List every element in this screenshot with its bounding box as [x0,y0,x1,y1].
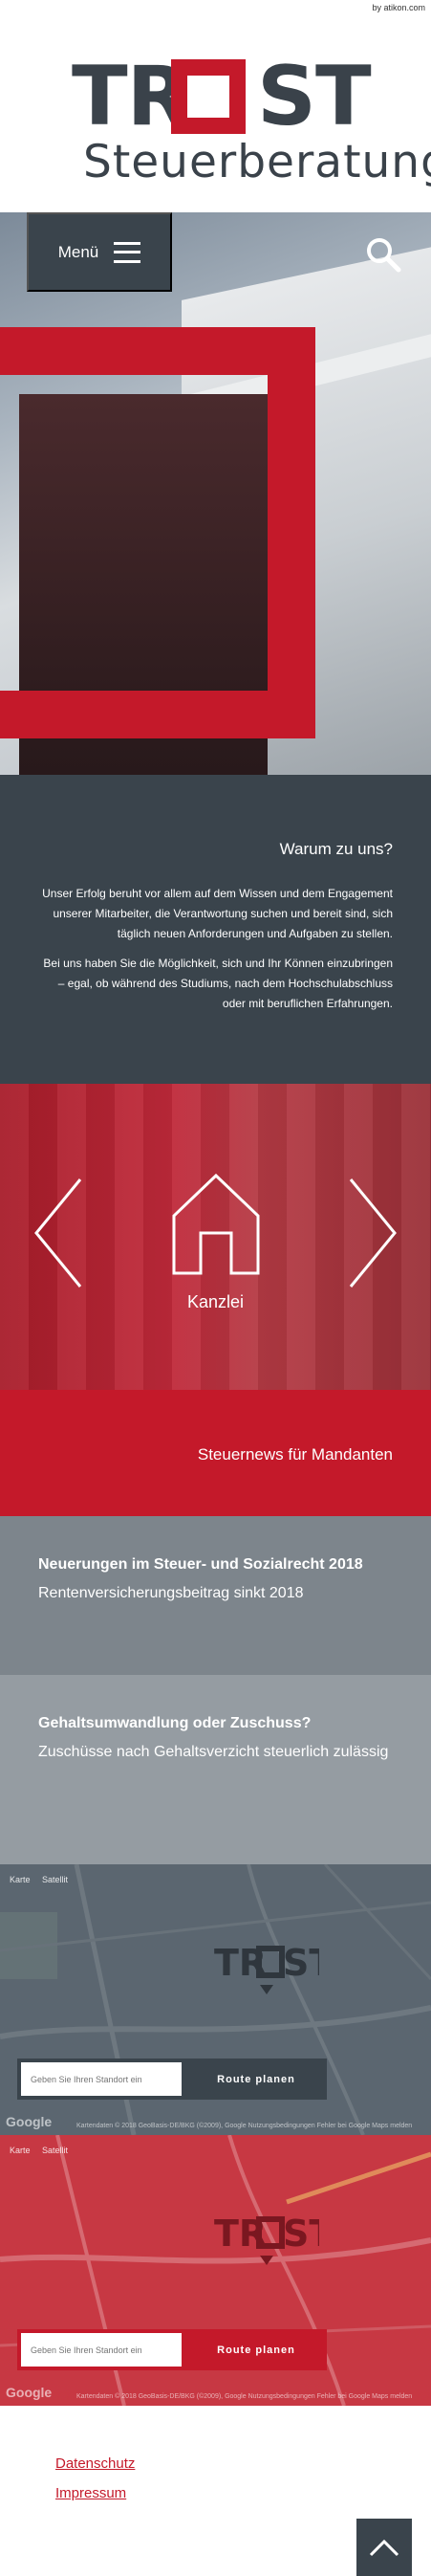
slider-next-icon[interactable] [343,1176,400,1290]
site-logo[interactable]: TR ST Steuerberatung [72,55,431,199]
map-tab-satellit[interactable]: Satellit [42,1875,68,1884]
kanzlei-label[interactable]: Kanzlei [0,1292,431,1312]
news-item-title: Neuerungen im Steuer- und Sozialrecht 20… [38,1556,363,1573]
search-icon [367,238,401,273]
map-copyright: Kartendaten © 2018 GeoBasis-DE/BKG (©200… [76,2393,413,2400]
news-item[interactable]: Gehaltsumwandlung oder Zuschuss? Zuschüs… [0,1675,431,1864]
map-panel-dark[interactable]: Karte Satellit TR ST Route planen Google… [0,1864,431,2135]
google-logo: Google [6,2385,53,2400]
house-icon[interactable] [170,1172,262,1277]
news-item[interactable]: Neuerungen im Steuer- und Sozialrecht 20… [0,1516,431,1675]
news-item-title: Gehaltsumwandlung oder Zuschuss? [38,1715,312,1731]
menu-label: Menü [57,242,99,261]
why-us-title: Warum zu uns? [279,840,393,858]
scroll-to-top-button[interactable] [356,2519,412,2576]
logo-box-mark [171,59,246,134]
map-type-switch[interactable]: Karte Satellit [10,1875,77,1884]
logo-text-right: ST [257,49,372,144]
map-panel-red[interactable]: Karte Satellit TR ST Route planen Google… [0,2135,431,2406]
chevron-up-icon [369,2539,399,2557]
imprint-link[interactable]: Impressum [55,2485,126,2501]
news-item-text: Zuschüsse nach Gehaltsverzicht steuerlic… [38,1744,389,1760]
route-planner: Route planen [17,2059,327,2100]
slider-prev-icon[interactable] [31,1176,88,1290]
map-copyright: Kartendaten © 2018 GeoBasis-DE/BKG (©200… [76,2123,413,2129]
route-button[interactable]: Route planen [185,2059,327,2100]
news-item-text: Rentenversicherungsbeitrag sinkt 2018 [38,1585,304,1601]
hamburger-icon [114,241,141,263]
why-us-paragraph-2: Bei uns haben Sie die Möglichkeit, sich … [43,957,393,1010]
svg-text:ST: ST [283,1942,319,1984]
menu-button[interactable]: Menü [27,212,172,292]
map-location-marker[interactable]: TR ST [214,2210,334,2281]
kanzlei-slider: Kanzlei [0,1084,431,1390]
why-us-section: Warum zu uns? Unser Erfolg beruht vor al… [0,775,431,1084]
why-us-paragraph-1: Unser Erfolg beruht vor allem auf dem Wi… [42,887,393,940]
privacy-link[interactable]: Datenschutz [55,2455,135,2472]
map-tab-satellit[interactable]: Satellit [42,2146,68,2155]
hero-red-frame [0,327,315,738]
map-type-switch[interactable]: Karte Satellit [10,2146,77,2155]
map-marker-logo-icon: TR ST [214,1942,334,1994]
logo-subtitle: Steuerberatung [83,136,431,188]
route-planner: Route planen [17,2329,327,2370]
credit-link[interactable]: by atikon.com [372,3,425,12]
news-banner[interactable]: Steuernews für Mandanten [0,1390,431,1516]
footer: Datenschutz Impressum [0,2406,431,2576]
google-logo: Google [6,2114,53,2129]
location-input[interactable] [21,2333,182,2367]
map-tab-karte[interactable]: Karte [10,2146,31,2155]
map-marker-logo-icon: TR ST [214,2213,334,2265]
map-tab-karte[interactable]: Karte [10,1875,31,1884]
route-button[interactable]: Route planen [185,2329,327,2370]
map-location-marker[interactable]: TR ST [214,1939,334,2011]
svg-text:ST: ST [283,2213,319,2255]
search-button[interactable] [364,235,402,274]
location-input[interactable] [21,2062,182,2096]
hero-section: Menü [0,212,431,775]
